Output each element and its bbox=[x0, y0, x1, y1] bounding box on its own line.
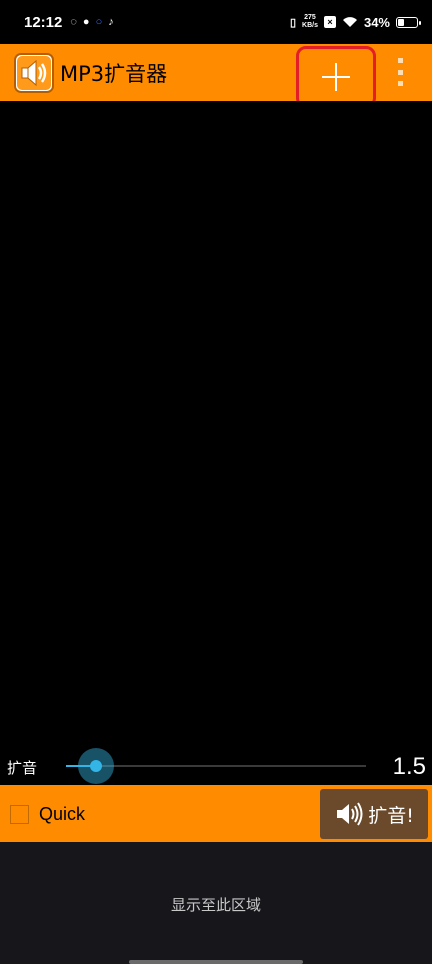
home-indicator[interactable] bbox=[129, 960, 303, 964]
battery-percent: 34% bbox=[363, 14, 390, 30]
network-speed-value: 275 bbox=[304, 14, 316, 21]
battery-fill bbox=[398, 18, 404, 26]
amplify-button-label: 扩音! bbox=[368, 804, 414, 827]
notification-icons: ◌ ● ○ ♪ bbox=[70, 15, 114, 28]
amplify-button[interactable]: 扩音! bbox=[320, 789, 428, 839]
circle-app-icon: ○ bbox=[95, 15, 103, 28]
amplify-slider[interactable] bbox=[66, 748, 366, 784]
status-bar: 12:12 ◌ ● ○ ♪ ▯ 275 KB/s × 34% bbox=[0, 0, 432, 44]
app-icon bbox=[14, 52, 54, 93]
tiktok-icon: ♪ bbox=[108, 15, 114, 28]
quick-label[interactable]: Quick bbox=[39, 804, 85, 825]
slider-thumb-dot bbox=[90, 760, 102, 772]
battery-icon bbox=[396, 16, 421, 28]
control-bar: Quick 扩音! bbox=[0, 785, 432, 842]
no-sim-icon: × bbox=[323, 16, 336, 28]
bottom-hint-text: 显示至此区域 bbox=[170, 896, 261, 914]
status-time: 12:12 bbox=[24, 13, 63, 31]
slider-value: 1.5 bbox=[392, 753, 426, 780]
add-button[interactable] bbox=[296, 46, 376, 108]
slider-thumb[interactable] bbox=[78, 748, 114, 784]
menu-dot bbox=[397, 81, 403, 86]
speaker-icon bbox=[337, 802, 363, 826]
vibrate-icon: ▯ bbox=[289, 16, 297, 29]
action-bar: MP3扩音器 bbox=[0, 44, 432, 108]
status-right: ▯ 275 KB/s × 34% bbox=[289, 14, 421, 30]
wechat-icon: ● bbox=[82, 15, 90, 28]
network-speed-unit: KB/s bbox=[302, 22, 318, 29]
sync-icon: ◌ bbox=[70, 15, 77, 28]
network-speed: 275 KB/s bbox=[302, 14, 318, 30]
app-title: MP3扩音器 bbox=[60, 61, 168, 86]
menu-dot bbox=[397, 69, 403, 75]
amplify-slider-row: 扩音 1.5 bbox=[0, 747, 432, 785]
slider-label: 扩音 bbox=[7, 759, 38, 777]
file-list-area bbox=[0, 101, 432, 747]
plus-icon bbox=[322, 63, 350, 91]
bottom-area: 显示至此区域 bbox=[0, 842, 432, 964]
wifi-icon bbox=[342, 17, 357, 27]
overflow-menu-icon[interactable] bbox=[393, 58, 407, 86]
menu-dot bbox=[397, 58, 403, 63]
quick-checkbox[interactable] bbox=[10, 805, 29, 824]
speaker-logo-icon bbox=[17, 55, 51, 90]
